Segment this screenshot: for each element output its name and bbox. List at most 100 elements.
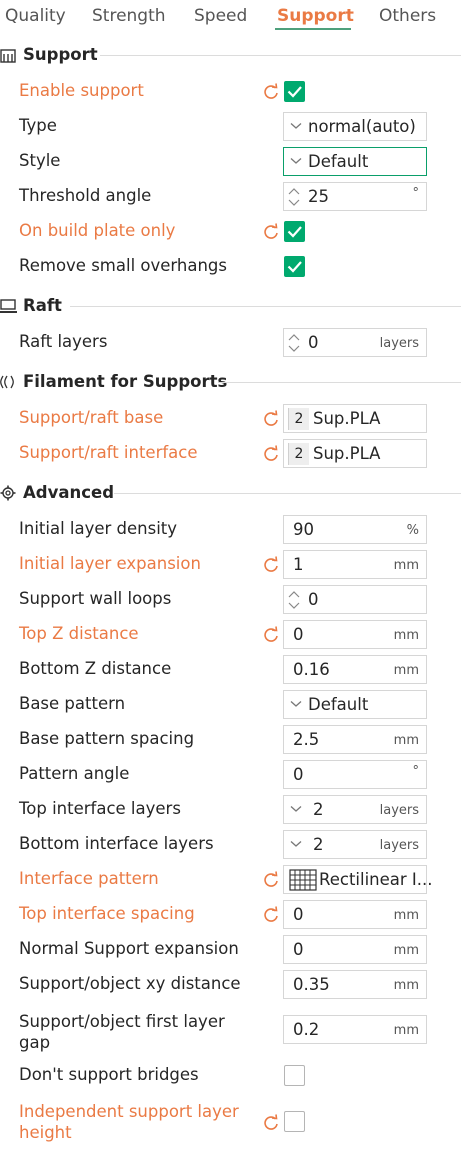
section-title: Support bbox=[23, 45, 98, 64]
setting-label: Normal Support expansion bbox=[19, 939, 239, 958]
chevron-down-icon bbox=[290, 701, 302, 707]
top-z-distance-input[interactable]: 0 mm bbox=[283, 620, 427, 649]
unit-label: mm bbox=[393, 558, 419, 573]
reset-arrow-icon[interactable] bbox=[261, 222, 281, 242]
top-interface-layers-dropdown[interactable]: 2 layers bbox=[283, 795, 427, 824]
tab-support[interactable]: Support bbox=[277, 6, 354, 26]
bottom-z-distance-input[interactable]: 0.16 mm bbox=[283, 655, 427, 684]
threshold-angle-input[interactable]: 25 ° bbox=[283, 182, 427, 211]
setting-label: Support wall loops bbox=[19, 589, 172, 608]
reset-arrow-icon[interactable] bbox=[261, 905, 281, 925]
unit-label: ° bbox=[412, 764, 420, 779]
spin-arrows-icon[interactable] bbox=[287, 186, 301, 208]
setting-label: Bottom Z distance bbox=[19, 659, 172, 678]
input-value: 0 bbox=[308, 590, 319, 609]
support-raft-interface-filament-select[interactable]: 2 Sup.PLA bbox=[283, 439, 427, 468]
section-title: Raft bbox=[23, 296, 62, 315]
checkmark-icon bbox=[287, 261, 302, 273]
bottom-interface-layers-dropdown[interactable]: 2 layers bbox=[283, 830, 427, 859]
setting-label: Raft layers bbox=[19, 332, 108, 351]
row-dont-support-bridges: Don't support bridges bbox=[0, 1058, 461, 1093]
section-advanced-header: Advanced bbox=[0, 480, 461, 506]
unit-label: mm bbox=[393, 628, 419, 643]
dropdown-value: normal(auto) bbox=[308, 117, 416, 136]
base-pattern-spacing-input[interactable]: 2.5 mm bbox=[283, 725, 427, 754]
section-title: Filament for Supports bbox=[23, 372, 228, 391]
support-section-icon bbox=[0, 49, 16, 63]
row-interface-pattern: Interface pattern Rectilinear I... bbox=[0, 862, 461, 897]
gear-icon bbox=[0, 485, 16, 501]
row-top-interface-layers: Top interface layers 2 layers bbox=[0, 792, 461, 827]
support-wall-loops-input[interactable]: 0 bbox=[283, 585, 427, 614]
setting-label: Top interface layers bbox=[19, 799, 181, 818]
independent-support-layer-height-checkbox[interactable] bbox=[284, 1111, 305, 1132]
row-top-z-distance: Top Z distance 0 mm bbox=[0, 617, 461, 652]
checkmark-icon bbox=[287, 86, 302, 98]
row-support-raft-base: Support/raft base 2 Sup.PLA bbox=[0, 401, 461, 436]
support-object-xy-distance-input[interactable]: 0.35 mm bbox=[283, 970, 427, 999]
base-pattern-dropdown[interactable]: Default bbox=[283, 690, 427, 719]
reset-arrow-icon[interactable] bbox=[261, 625, 281, 645]
setting-label: Pattern angle bbox=[19, 764, 130, 783]
on-build-plate-only-checkbox[interactable] bbox=[284, 221, 305, 242]
reset-arrow-icon[interactable] bbox=[261, 870, 281, 890]
enable-support-checkbox[interactable] bbox=[284, 81, 305, 102]
dropdown-value: Default bbox=[308, 152, 369, 171]
unit-label: mm bbox=[393, 943, 419, 958]
reset-arrow-icon[interactable] bbox=[261, 555, 281, 575]
unit-label: mm bbox=[393, 978, 419, 993]
tab-others[interactable]: Others bbox=[379, 6, 436, 26]
row-initial-layer-density: Initial layer density 90 % bbox=[0, 512, 461, 547]
unit-label: ° bbox=[412, 186, 420, 201]
support-raft-base-filament-select[interactable]: 2 Sup.PLA bbox=[283, 404, 427, 433]
row-pattern-angle: Pattern angle 0 ° bbox=[0, 757, 461, 792]
filament-index-badge: 2 bbox=[288, 443, 309, 465]
row-base-pattern: Base pattern Default bbox=[0, 687, 461, 722]
dont-support-bridges-checkbox[interactable] bbox=[284, 1065, 305, 1086]
reset-arrow-icon[interactable] bbox=[261, 82, 281, 102]
spin-arrows-icon[interactable] bbox=[287, 589, 301, 611]
raft-layers-input[interactable]: 0 layers bbox=[283, 328, 427, 357]
initial-layer-expansion-input[interactable]: 1 mm bbox=[283, 550, 427, 579]
setting-label: Type bbox=[19, 116, 57, 135]
style-dropdown[interactable]: Default bbox=[283, 147, 427, 176]
section-divider bbox=[70, 306, 461, 307]
input-value: 0.16 bbox=[293, 660, 330, 679]
row-top-interface-spacing: Top interface spacing 0 mm bbox=[0, 897, 461, 932]
setting-label: Don't support bridges bbox=[19, 1065, 199, 1084]
type-dropdown[interactable]: normal(auto) bbox=[283, 112, 427, 141]
tab-speed[interactable]: Speed bbox=[194, 6, 247, 26]
setting-label: Support/object first layer gap bbox=[19, 1012, 225, 1052]
normal-support-expansion-input[interactable]: 0 mm bbox=[283, 935, 427, 964]
section-support-header: Support bbox=[0, 42, 461, 68]
unit-label: mm bbox=[393, 908, 419, 923]
unit-label: layers bbox=[379, 838, 419, 853]
reset-arrow-icon[interactable] bbox=[261, 444, 281, 464]
spin-arrows-icon[interactable] bbox=[287, 332, 301, 354]
pattern-angle-input[interactable]: 0 ° bbox=[283, 760, 427, 789]
filament-name: Sup.PLA bbox=[313, 409, 381, 428]
section-divider bbox=[114, 493, 461, 494]
reset-arrow-icon[interactable] bbox=[261, 409, 281, 429]
setting-label: Interface pattern bbox=[19, 869, 159, 888]
support-object-first-layer-gap-input[interactable]: 0.2 mm bbox=[283, 1015, 427, 1044]
unit-label: mm bbox=[393, 733, 419, 748]
remove-small-overhangs-checkbox[interactable] bbox=[284, 256, 305, 277]
initial-layer-density-input[interactable]: 90 % bbox=[283, 515, 427, 544]
setting-label: Support/raft interface bbox=[19, 443, 198, 462]
tab-quality[interactable]: Quality bbox=[5, 6, 66, 26]
row-support-object-first-layer-gap: Support/object first layer gap 0.2 mm bbox=[0, 1011, 461, 1053]
interface-pattern-dropdown[interactable]: Rectilinear I... bbox=[283, 865, 433, 894]
top-interface-spacing-input[interactable]: 0 mm bbox=[283, 900, 427, 929]
input-value: 0 bbox=[293, 905, 304, 924]
input-value: 2.5 bbox=[293, 730, 320, 749]
setting-label: Style bbox=[19, 151, 61, 170]
chevron-down-icon bbox=[290, 123, 302, 129]
tab-strength[interactable]: Strength bbox=[92, 6, 166, 26]
setting-label: Enable support bbox=[19, 81, 144, 100]
row-enable-support: Enable support bbox=[0, 74, 461, 109]
unit-label: layers bbox=[379, 803, 419, 818]
reset-arrow-icon[interactable] bbox=[261, 1113, 281, 1133]
setting-label: Initial layer density bbox=[19, 519, 178, 538]
row-on-build-plate-only: On build plate only bbox=[0, 214, 461, 249]
